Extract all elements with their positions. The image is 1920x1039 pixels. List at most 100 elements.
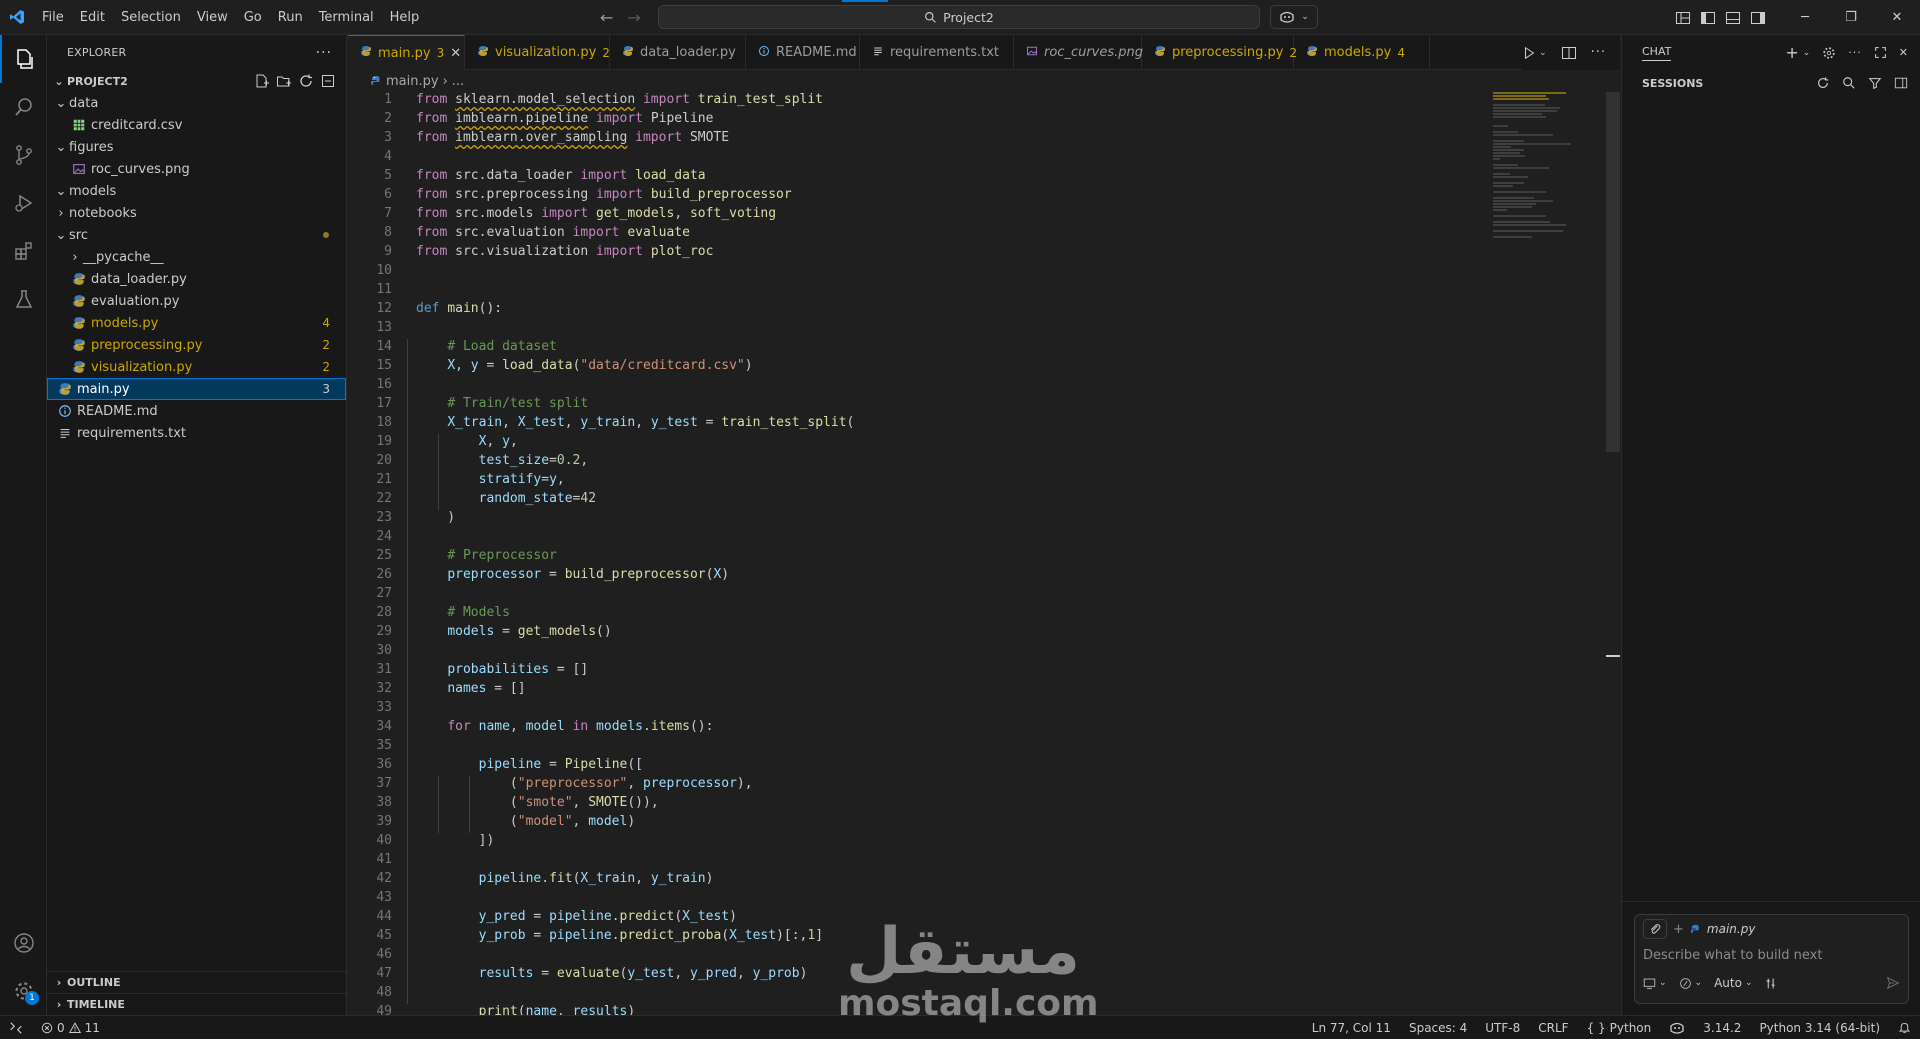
gear-icon[interactable] — [1822, 46, 1836, 60]
maximize-icon[interactable] — [1874, 46, 1887, 59]
close-icon[interactable]: ✕ — [1874, 0, 1920, 35]
editor-tab[interactable]: data_loader.py — [610, 35, 746, 70]
tree-folder[interactable]: › notebooks — [47, 202, 346, 224]
minimize-icon[interactable]: ─ — [1782, 0, 1828, 35]
editor-tab[interactable]: preprocessing.py 2 — [1142, 35, 1297, 70]
new-folder-icon[interactable] — [276, 73, 292, 89]
outline-section-header[interactable]: › OUTLINE — [47, 971, 347, 993]
breadcrumb-file[interactable]: main.py — [386, 74, 439, 89]
toggle-secondary-sidebar-icon[interactable] — [1750, 10, 1766, 26]
more-actions-icon[interactable]: ··· — [316, 45, 332, 61]
context-file-chip[interactable]: main.py — [1707, 922, 1756, 936]
indentation[interactable]: Spaces: 4 — [1400, 1021, 1476, 1035]
split-editor-icon[interactable] — [1561, 45, 1577, 61]
toggle-panel-icon[interactable] — [1725, 10, 1741, 26]
menu-help[interactable]: Help — [382, 0, 428, 35]
encoding[interactable]: UTF-8 — [1476, 1021, 1529, 1035]
tree-file[interactable]: creditcard.csv — [47, 114, 346, 136]
notifications-bell[interactable] — [1889, 1021, 1920, 1034]
tree-file[interactable]: evaluation.py — [47, 290, 346, 312]
collapse-all-icon[interactable] — [320, 73, 336, 89]
cursor-position[interactable]: Ln 77, Col 11 — [1303, 1021, 1400, 1035]
menu-edit[interactable]: Edit — [72, 0, 113, 35]
problems-indicator[interactable]: 0 11 — [32, 1021, 109, 1035]
remote-indicator[interactable] — [0, 1016, 32, 1039]
run-file-icon[interactable]: ⌄ — [1522, 46, 1547, 60]
command-center-search[interactable]: Project2 — [658, 5, 1260, 29]
chat-input-box[interactable]: + main.py Describe what to build next ⌄ … — [1634, 914, 1909, 1004]
tree-file[interactable]: models.py 4 — [47, 312, 346, 334]
toggle-sessions-sidebar-icon[interactable] — [1894, 76, 1908, 90]
tree-file[interactable]: roc_curves.png — [47, 158, 346, 180]
restore-icon[interactable]: ❐ — [1828, 0, 1874, 35]
menu-run[interactable]: Run — [270, 0, 311, 35]
menu-terminal[interactable]: Terminal — [311, 0, 382, 35]
source-control-activity[interactable] — [0, 131, 47, 179]
attach-context-button[interactable] — [1643, 919, 1667, 939]
search-activity[interactable] — [0, 83, 47, 131]
menu-selection[interactable]: Selection — [113, 0, 189, 35]
add-icon[interactable]: + — [1673, 922, 1684, 937]
close-icon[interactable]: ✕ — [450, 46, 461, 61]
tree-folder[interactable]: › __pycache__ — [47, 246, 346, 268]
close-icon[interactable]: ✕ — [1899, 46, 1908, 59]
refresh-icon[interactable] — [298, 73, 314, 89]
language-mode[interactable]: { } Python — [1578, 1021, 1661, 1035]
customize-layout-icon[interactable] — [1675, 10, 1691, 26]
new-chat-icon[interactable]: + — [1785, 43, 1798, 62]
tree-file[interactable]: data_loader.py — [47, 268, 346, 290]
agent-target-picker[interactable]: ⌄ — [1643, 977, 1667, 990]
tree-file[interactable]: visualization.py 2 — [47, 356, 346, 378]
tree-file[interactable]: README.md — [47, 400, 346, 422]
new-file-icon[interactable] — [254, 73, 270, 89]
copilot-menu-button[interactable]: ⌄ — [1270, 5, 1318, 29]
editor-tab[interactable]: requirements.txt — [860, 35, 1014, 70]
timeline-section-header[interactable]: › TIMELINE — [47, 993, 347, 1015]
end-of-line[interactable]: CRLF — [1529, 1021, 1577, 1035]
tree-folder[interactable]: ⌄ models — [47, 180, 346, 202]
breadcrumb-symbol[interactable]: ... — [452, 74, 464, 89]
editor-tab[interactable]: README.md — [746, 35, 860, 70]
chat-title[interactable]: CHAT — [1642, 45, 1672, 61]
tree-file[interactable]: preprocessing.py 2 — [47, 334, 346, 356]
search-icon[interactable] — [1842, 76, 1856, 90]
vertical-scrollbar[interactable] — [1606, 92, 1620, 452]
more-actions-icon[interactable]: ··· — [1848, 46, 1862, 59]
menu-go[interactable]: Go — [236, 0, 270, 35]
tree-folder[interactable]: ⌄ figures — [47, 136, 346, 158]
python-version[interactable]: 3.14.2 — [1694, 1021, 1750, 1035]
editor-tab[interactable]: models.py 4 — [1294, 35, 1430, 70]
chevron-down-icon[interactable]: ⌄ — [1803, 48, 1811, 58]
code-editor[interactable]: 1 from sklearn.model_selection import tra… — [348, 92, 1498, 1015]
chat-input-field[interactable]: Describe what to build next — [1635, 943, 1908, 967]
tools-icon[interactable] — [1765, 977, 1778, 990]
editor-tab[interactable]: main.py 3 ✕ — [348, 35, 465, 70]
explorer-activity[interactable] — [0, 35, 47, 83]
extensions-activity[interactable] — [0, 227, 47, 275]
model-picker[interactable]: Auto ⌄ — [1714, 976, 1752, 990]
arrow-right-icon[interactable]: → — [627, 8, 640, 27]
testing-activity[interactable] — [0, 275, 47, 323]
send-icon[interactable] — [1886, 976, 1900, 990]
project-section-header[interactable]: ⌄ PROJECT2 — [47, 70, 346, 92]
mode-picker[interactable]: ⌄ — [1679, 977, 1702, 990]
tree-file[interactable]: requirements.txt — [47, 422, 346, 444]
more-actions-icon[interactable]: ··· — [1591, 45, 1606, 60]
manage-activity[interactable]: 1 — [0, 967, 47, 1015]
refresh-icon[interactable] — [1816, 76, 1830, 90]
copilot-status[interactable] — [1660, 1021, 1694, 1035]
menu-file[interactable]: File — [34, 0, 72, 35]
tree-folder[interactable]: ⌄ src — [47, 224, 346, 246]
menu-view[interactable]: View — [189, 0, 236, 35]
editor-tab[interactable]: visualization.py 2 — [465, 35, 610, 70]
accounts-activity[interactable] — [0, 919, 47, 967]
python-interpreter[interactable]: Python 3.14 (64-bit) — [1750, 1021, 1889, 1035]
toggle-primary-sidebar-icon[interactable] — [1700, 10, 1716, 26]
tree-file[interactable]: main.py 3 — [47, 378, 346, 400]
filter-icon[interactable] — [1868, 76, 1882, 90]
tree-folder[interactable]: ⌄ data — [47, 92, 346, 114]
minimap[interactable] — [1493, 92, 1603, 1015]
editor-tab[interactable]: roc_curves.png — [1014, 35, 1143, 70]
arrow-left-icon[interactable]: ← — [600, 8, 613, 27]
run-debug-activity[interactable] — [0, 179, 47, 227]
